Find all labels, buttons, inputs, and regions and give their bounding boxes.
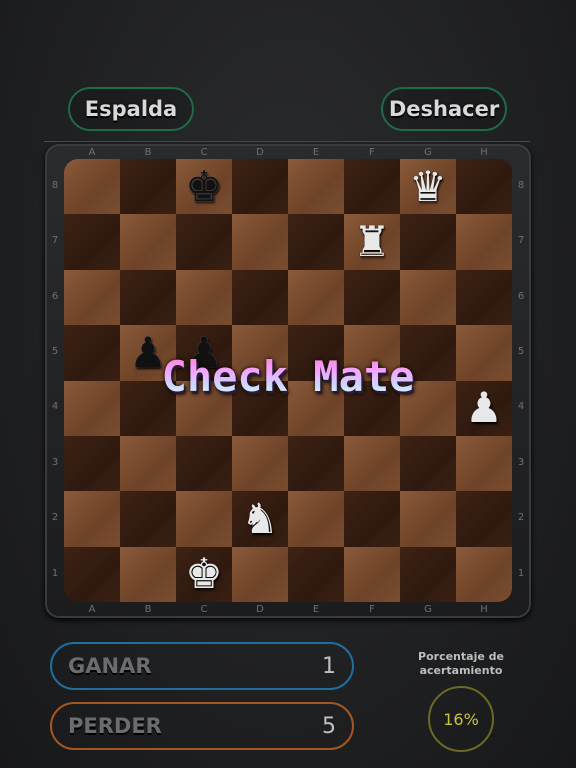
accuracy-value: 16% xyxy=(428,686,494,752)
board-square-b3[interactable] xyxy=(120,436,176,492)
board-square-b2[interactable] xyxy=(120,491,176,547)
board-square-c7[interactable] xyxy=(176,214,232,270)
board-square-g7[interactable] xyxy=(400,214,456,270)
white-knight-icon[interactable]: ♞ xyxy=(232,491,288,546)
board-square-h1[interactable] xyxy=(456,546,512,602)
lose-counter: PERDER 5 xyxy=(50,702,354,750)
rank-label-3: 3 xyxy=(51,456,59,468)
rank-label-1: 1 xyxy=(51,567,59,579)
rank-label-6: 6 xyxy=(51,290,59,302)
file-label-g: G xyxy=(424,604,432,615)
board-square-h2[interactable] xyxy=(456,491,512,547)
board-square-d7[interactable] xyxy=(232,214,288,270)
rank-label-5: 5 xyxy=(51,345,59,357)
file-label-e: E xyxy=(312,604,320,615)
board-square-e3[interactable] xyxy=(288,436,344,492)
file-label-d: D xyxy=(256,604,264,615)
board-square-f1[interactable] xyxy=(344,546,400,602)
board-square-a1[interactable] xyxy=(64,546,120,602)
board-square-g1[interactable] xyxy=(400,546,456,602)
board-square-a8[interactable] xyxy=(64,159,120,215)
file-label-c: C xyxy=(200,604,208,615)
board-square-h3[interactable] xyxy=(456,436,512,492)
rank-label-8: 8 xyxy=(51,179,59,191)
board-square-d1[interactable] xyxy=(232,546,288,602)
win-counter: GANAR 1 xyxy=(50,642,354,690)
rank-label-4: 4 xyxy=(51,401,59,413)
rank-label-7: 7 xyxy=(517,235,525,247)
file-label-g: G xyxy=(424,147,432,158)
board-square-c2[interactable] xyxy=(176,491,232,547)
rank-label-4: 4 xyxy=(517,401,525,413)
board-square-g6[interactable] xyxy=(400,269,456,326)
file-label-c: C xyxy=(200,147,208,158)
win-label: GANAR xyxy=(68,654,152,678)
board-square-b1[interactable] xyxy=(120,546,176,602)
board-square-b8[interactable] xyxy=(120,159,176,215)
board-square-e7[interactable] xyxy=(288,214,344,270)
board-square-h6[interactable] xyxy=(456,269,512,326)
board-square-f6[interactable] xyxy=(344,269,400,326)
board-square-e2[interactable] xyxy=(288,491,344,547)
white-king-icon[interactable]: ♚ xyxy=(176,547,232,602)
undo-button[interactable]: Deshacer xyxy=(381,87,507,131)
board-square-f8[interactable] xyxy=(344,159,400,215)
file-label-d: D xyxy=(256,147,264,158)
board-square-d6[interactable] xyxy=(232,269,288,326)
rank-label-8: 8 xyxy=(517,179,525,191)
file-label-f: F xyxy=(369,147,375,158)
file-label-f: F xyxy=(369,604,375,615)
header-divider xyxy=(44,141,530,142)
file-label-b: B xyxy=(144,147,152,158)
board-square-e6[interactable] xyxy=(288,269,344,326)
rank-label-2: 2 xyxy=(51,512,59,524)
board-square-a3[interactable] xyxy=(64,436,120,492)
board-square-e8[interactable] xyxy=(288,159,344,215)
checkmate-banner: Check Mate xyxy=(64,352,512,401)
rank-label-5: 5 xyxy=(517,345,525,357)
rank-label-3: 3 xyxy=(517,456,525,468)
board-square-h7[interactable] xyxy=(456,214,512,270)
black-king-icon[interactable]: ♚ xyxy=(176,159,232,214)
back-button[interactable]: Espalda xyxy=(68,87,194,131)
board-square-h8[interactable] xyxy=(456,159,512,215)
board-square-f3[interactable] xyxy=(344,436,400,492)
board-square-a2[interactable] xyxy=(64,491,120,547)
board-square-d8[interactable] xyxy=(232,159,288,215)
board-square-c6[interactable] xyxy=(176,269,232,326)
board-square-f2[interactable] xyxy=(344,491,400,547)
win-value: 1 xyxy=(322,653,336,679)
file-label-h: H xyxy=(480,604,488,615)
file-label-a: A xyxy=(88,147,96,158)
accuracy-label: Porcentaje de acertamiento xyxy=(418,650,504,677)
rank-label-7: 7 xyxy=(51,235,59,247)
rank-label-2: 2 xyxy=(517,512,525,524)
board-square-b7[interactable] xyxy=(120,214,176,270)
board-square-g3[interactable] xyxy=(400,436,456,492)
file-label-a: A xyxy=(88,604,96,615)
lose-value: 5 xyxy=(322,713,336,739)
board-square-e1[interactable] xyxy=(288,546,344,602)
board-square-b6[interactable] xyxy=(120,269,176,326)
white-queen-icon[interactable]: ♛ xyxy=(400,159,456,214)
board-square-a7[interactable] xyxy=(64,214,120,270)
lose-label: PERDER xyxy=(68,714,162,738)
file-label-e: E xyxy=(312,147,320,158)
file-label-h: H xyxy=(480,147,488,158)
board-square-g2[interactable] xyxy=(400,491,456,547)
board-square-d3[interactable] xyxy=(232,436,288,492)
file-label-b: B xyxy=(144,604,152,615)
white-rook-icon[interactable]: ♜ xyxy=(344,214,400,269)
board-square-c3[interactable] xyxy=(176,436,232,492)
rank-label-6: 6 xyxy=(517,290,525,302)
board-square-a6[interactable] xyxy=(64,269,120,326)
rank-label-1: 1 xyxy=(517,567,525,579)
